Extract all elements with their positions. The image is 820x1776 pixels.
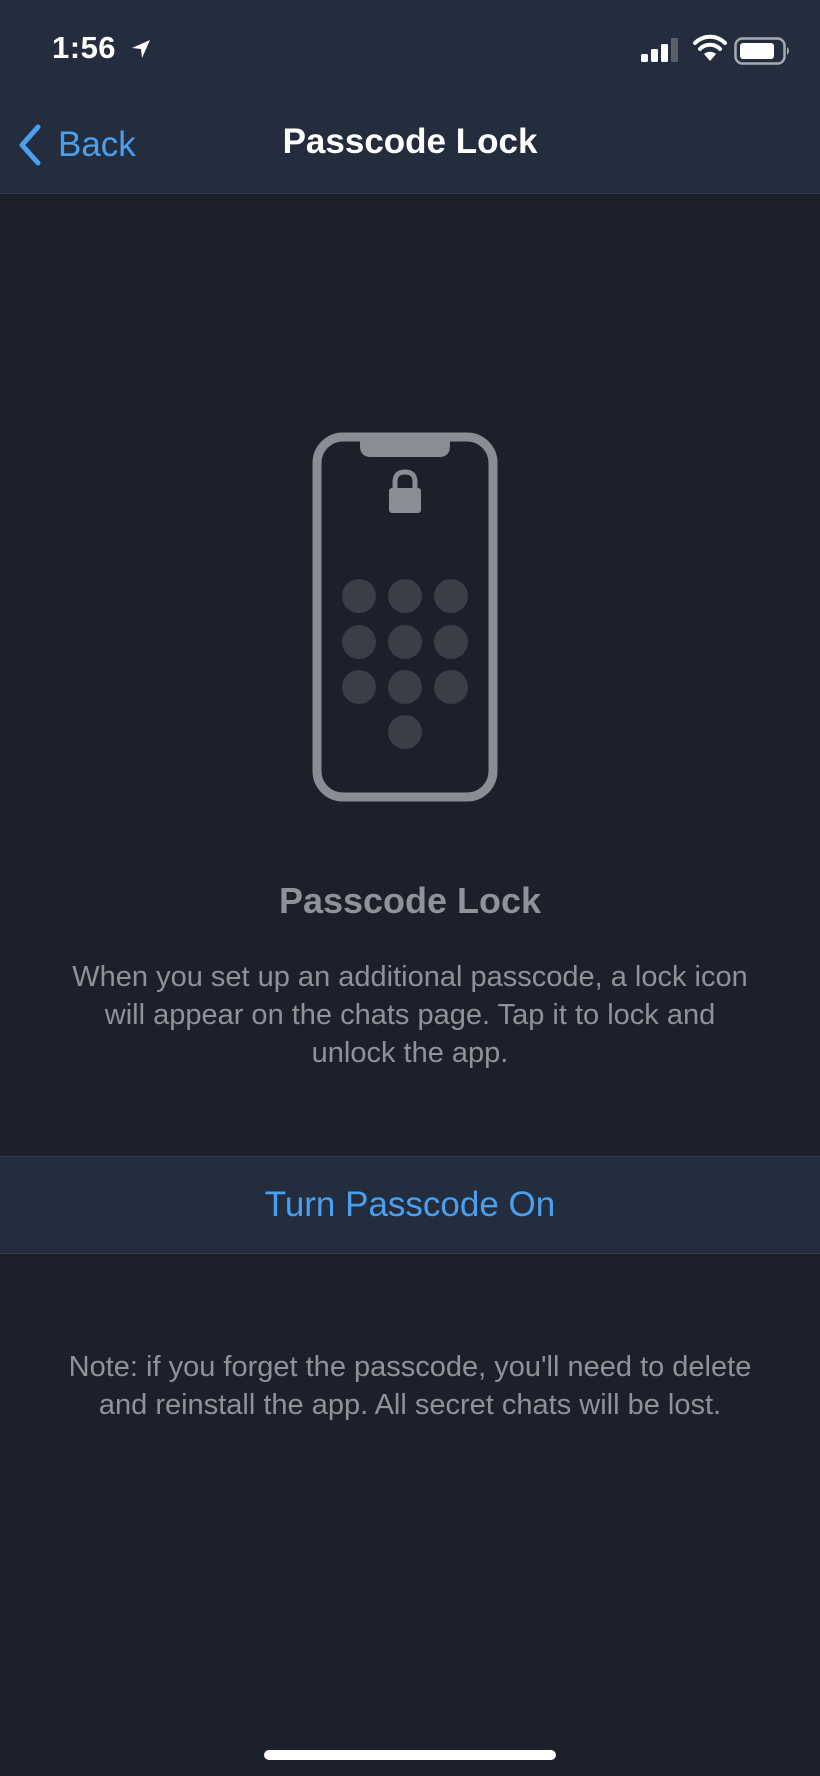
lock-icon <box>389 469 421 513</box>
turn-passcode-on-label: Turn Passcode On <box>264 1185 556 1224</box>
cellular-signal-icon <box>641 38 678 62</box>
location-arrow-icon <box>132 40 150 58</box>
home-indicator <box>264 1750 556 1760</box>
description-text: When you set up an additional passcode, … <box>72 961 748 1069</box>
phone-lock-keypad-icon <box>312 432 498 802</box>
turn-passcode-on-button[interactable]: Turn Passcode On <box>0 1156 820 1254</box>
status-time: 1:56 <box>52 30 117 65</box>
navigation-bar: 1:56 Back Passcode Lock <box>0 0 820 194</box>
wifi-icon <box>693 34 727 61</box>
page-title: Passcode Lock <box>282 122 538 161</box>
keypad-dots <box>342 579 468 749</box>
battery-icon <box>734 37 789 65</box>
note-text: Note: if you forget the passcode, you'll… <box>68 1351 752 1421</box>
section-heading: Passcode Lock <box>278 880 542 921</box>
